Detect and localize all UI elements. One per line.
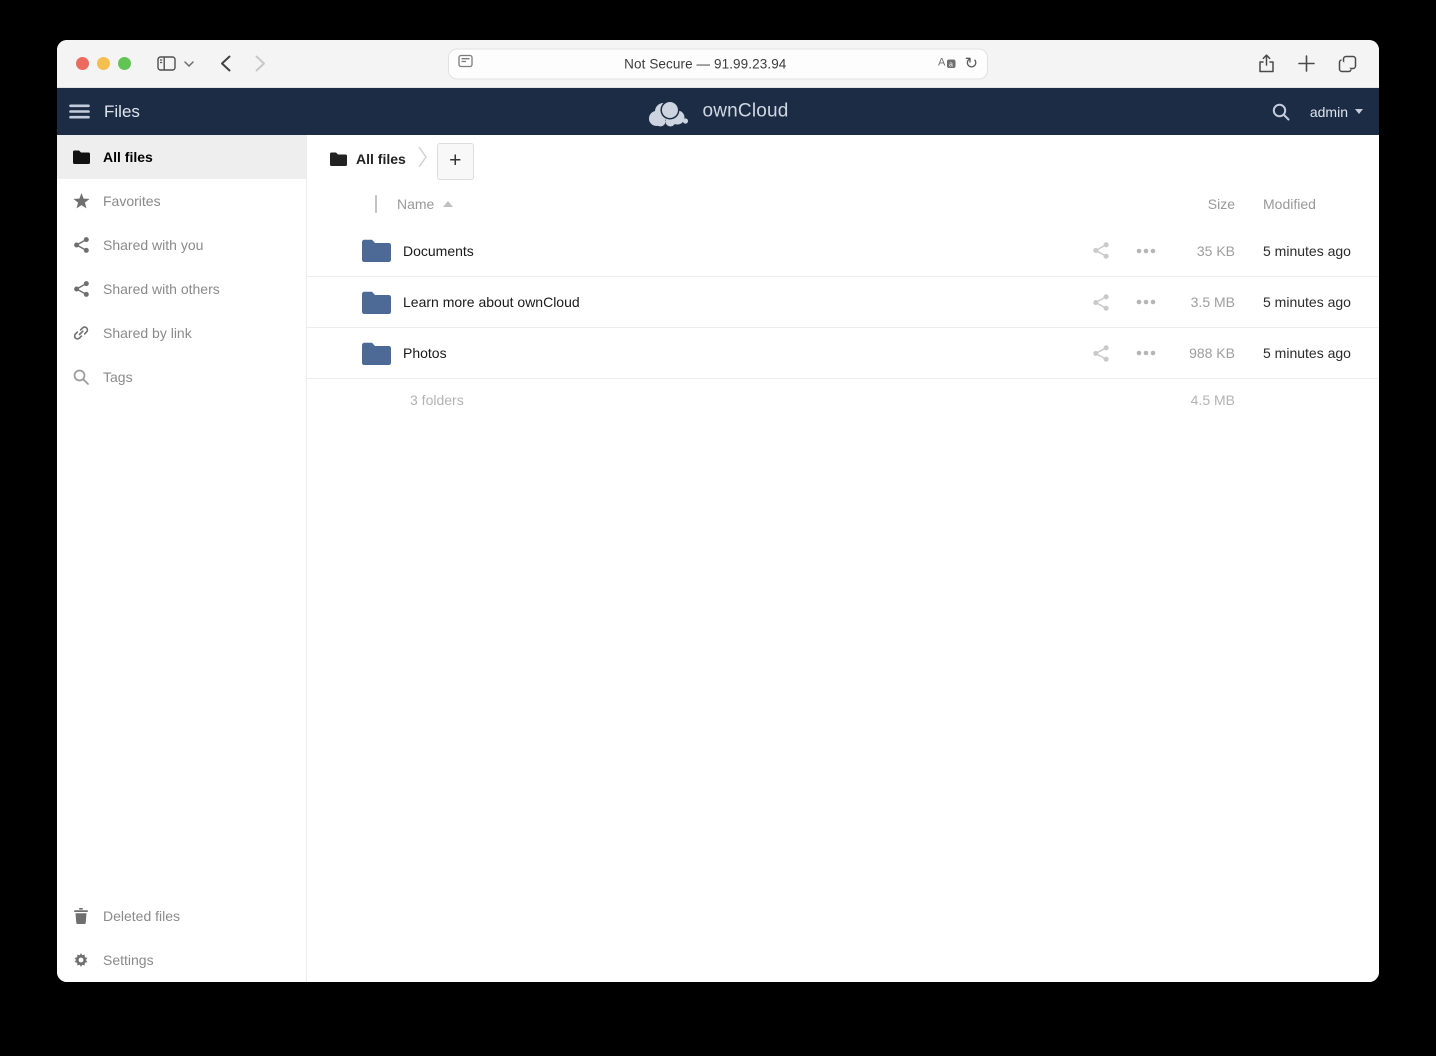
sidebar-item-label: Tags [103, 369, 133, 385]
breadcrumb: All files + [307, 135, 1379, 183]
sidebar-toggle-icon[interactable] [157, 56, 176, 71]
sidebar-item-label: Deleted files [103, 908, 180, 924]
sidebar-item-tags[interactable]: Tags [57, 355, 306, 399]
sidebar-item-label: Shared with you [103, 237, 203, 253]
folder-icon [362, 291, 391, 314]
table-row-learn-more[interactable]: Learn more about ownCloud 3.5 MB 5 minut… [307, 276, 1379, 327]
tab-overview-icon[interactable] [1338, 55, 1357, 73]
folder-icon [72, 150, 90, 164]
star-icon [72, 193, 90, 209]
sidebar-item-settings[interactable]: Settings [57, 938, 306, 982]
tag-search-icon [72, 369, 90, 385]
sort-ascending-icon [443, 201, 453, 207]
sidebar-item-label: Settings [103, 952, 154, 968]
gear-icon [72, 952, 90, 968]
sidebar-item-label: Favorites [103, 193, 161, 209]
sidebar-spacer [57, 399, 306, 894]
column-header-size[interactable]: Size [1168, 196, 1263, 212]
user-menu[interactable]: admin [1310, 104, 1363, 120]
sidebar-item-all-files[interactable]: All files [57, 135, 306, 179]
address-bar[interactable]: Not Secure — 91.99.23.94 A a ↻ [448, 48, 988, 79]
file-size: 35 KB [1168, 243, 1263, 259]
file-rows: Documents 35 KB 5 minutes ago Learn more… [307, 225, 1379, 378]
name-header-label: Name [397, 196, 434, 212]
share-action-icon[interactable] [1078, 242, 1123, 259]
file-modified: 5 minutes ago [1263, 294, 1379, 310]
file-name: Photos [403, 345, 447, 361]
sidebar-item-label: Shared by link [103, 325, 192, 341]
table-row-documents[interactable]: Documents 35 KB 5 minutes ago [307, 225, 1379, 276]
more-actions-icon[interactable] [1123, 248, 1168, 254]
close-window-button[interactable] [76, 57, 89, 70]
sidebar-item-deleted-files[interactable]: Deleted files [57, 894, 306, 938]
svg-text:a: a [949, 61, 953, 68]
file-name: Documents [403, 243, 474, 259]
share-page-icon[interactable] [1258, 54, 1275, 74]
more-actions-icon[interactable] [1123, 350, 1168, 356]
select-all-checkbox[interactable] [375, 195, 377, 213]
zoom-window-button[interactable] [118, 57, 131, 70]
app-menu-icon[interactable] [57, 88, 102, 135]
file-table-summary: 3 folders 4.5 MB [307, 378, 1379, 420]
file-modified: 5 minutes ago [1263, 345, 1379, 361]
sidebar-item-shared-with-you[interactable]: Shared with you [57, 223, 306, 267]
column-header-modified[interactable]: Modified [1263, 196, 1379, 212]
sidebar-item-shared-by-link[interactable]: Shared by link [57, 311, 306, 355]
browser-window: Not Secure — 91.99.23.94 A a ↻ [57, 40, 1379, 982]
owncloud-header: Files ownCloud admin [57, 88, 1379, 135]
file-table-header: Name Size Modified [307, 183, 1379, 225]
total-size: 4.5 MB [1168, 392, 1263, 408]
folder-count: 3 folders [410, 392, 464, 408]
trash-icon [72, 908, 90, 924]
minimize-window-button[interactable] [97, 57, 110, 70]
file-list-panel: All files + Name Size Modified [307, 135, 1379, 982]
more-actions-icon[interactable] [1123, 299, 1168, 305]
share-action-icon[interactable] [1078, 345, 1123, 362]
breadcrumb-label: All files [356, 151, 406, 167]
page-settings-icon[interactable] [458, 55, 473, 73]
new-tab-icon[interactable] [1298, 55, 1315, 72]
sidebar-item-label: All files [103, 149, 153, 165]
file-modified: 5 minutes ago [1263, 243, 1379, 259]
translate-icon[interactable]: A a [938, 54, 956, 73]
back-button[interactable] [220, 55, 231, 72]
owncloud-logo: ownCloud [647, 96, 788, 127]
share-icon [72, 281, 90, 297]
owncloud-cloud-icon [647, 96, 693, 127]
column-header-name[interactable]: Name [397, 196, 453, 212]
sidebar-item-label: Shared with others [103, 281, 220, 297]
search-icon[interactable] [1272, 103, 1290, 121]
chevron-down-icon[interactable] [184, 61, 194, 67]
user-caret-icon [1355, 109, 1363, 114]
share-action-icon[interactable] [1078, 294, 1123, 311]
reload-icon[interactable]: ↻ [965, 54, 978, 74]
sidebar-item-favorites[interactable]: Favorites [57, 179, 306, 223]
sidebar-item-shared-with-others[interactable]: Shared with others [57, 267, 306, 311]
breadcrumb-chevron-icon [418, 146, 427, 173]
browser-toolbar: Not Secure — 91.99.23.94 A a ↻ [57, 40, 1379, 88]
user-name: admin [1310, 104, 1348, 120]
file-name: Learn more about ownCloud [403, 294, 580, 310]
link-icon [72, 325, 90, 341]
app-title: Files [104, 102, 140, 122]
file-size: 988 KB [1168, 345, 1263, 361]
breadcrumb-home[interactable]: All files [330, 151, 406, 167]
folder-icon [362, 239, 391, 262]
svg-text:A: A [938, 56, 946, 68]
new-file-button[interactable]: + [437, 143, 474, 180]
file-size: 3.5 MB [1168, 294, 1263, 310]
traffic-lights [76, 57, 131, 70]
folder-icon [362, 342, 391, 365]
folder-icon [330, 152, 347, 166]
table-row-photos[interactable]: Photos 988 KB 5 minutes ago [307, 327, 1379, 378]
brand-name: ownCloud [702, 101, 788, 123]
app-sidebar: All files Favorites Shared with you Shar… [57, 135, 307, 982]
forward-button[interactable] [255, 55, 266, 72]
url-text[interactable]: Not Secure — 91.99.23.94 [473, 56, 938, 71]
share-icon [72, 237, 90, 253]
